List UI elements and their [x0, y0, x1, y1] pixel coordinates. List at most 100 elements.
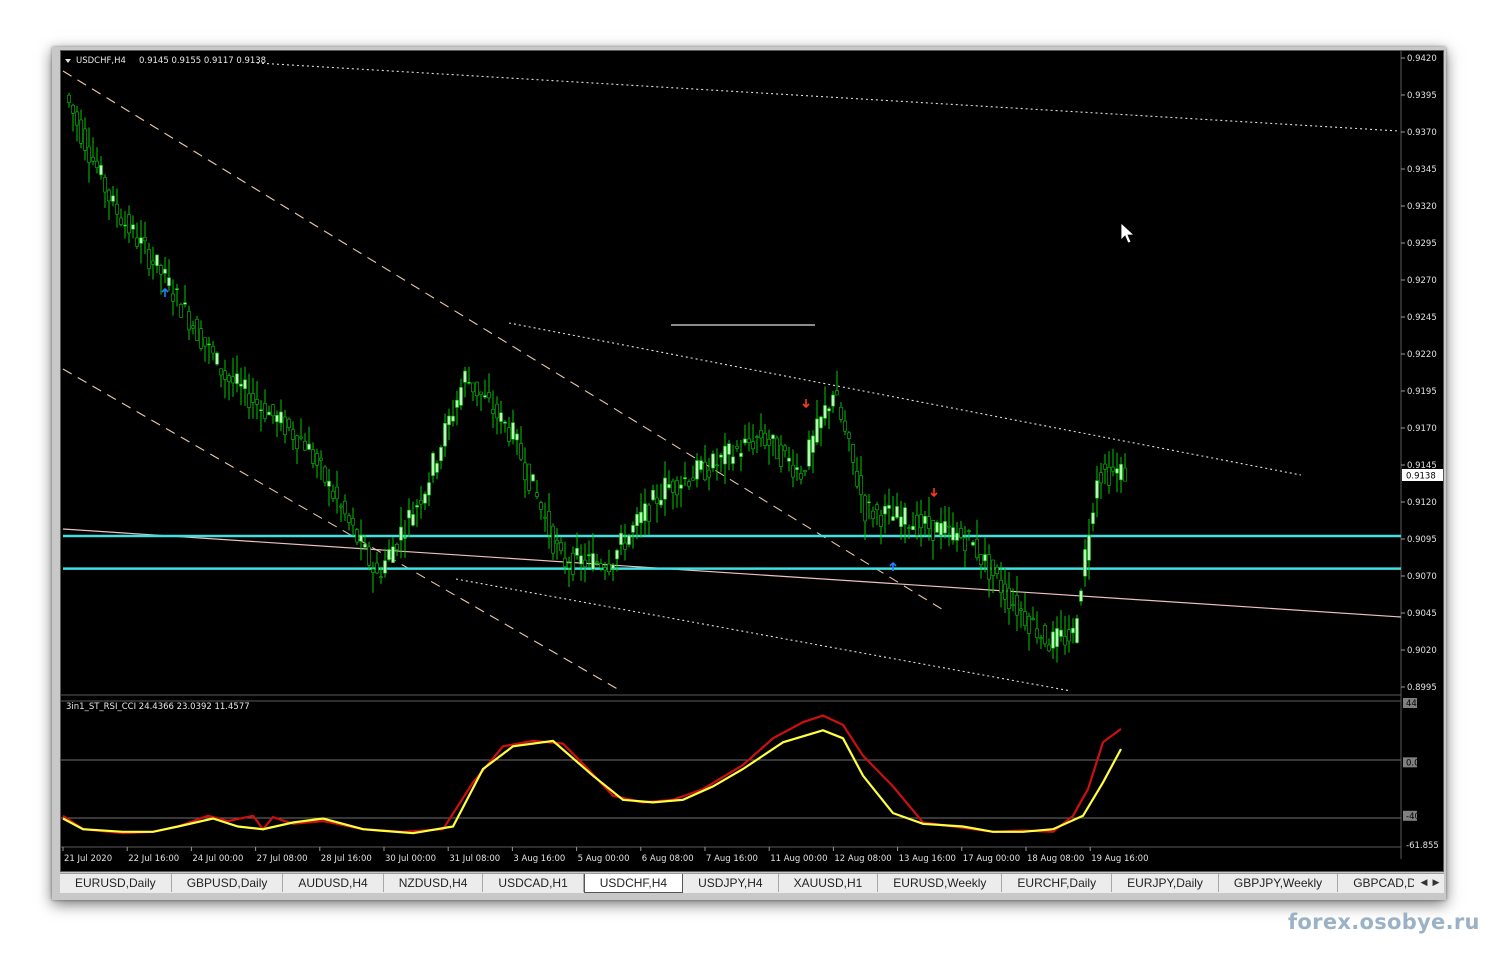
candle-body: [1063, 635, 1067, 646]
candle-body: [703, 461, 707, 481]
candle-body: [839, 406, 843, 420]
candle-body: [239, 383, 243, 387]
candle-body: [883, 505, 887, 515]
candle-body: [443, 422, 447, 447]
candle-body: [75, 111, 79, 126]
candle-body: [827, 408, 831, 412]
candle-body: [1027, 615, 1031, 634]
chart-tab[interactable]: GBPUSD,Daily: [172, 874, 284, 892]
chart-canvas[interactable]: 0.9420 0.9395 0.9370 0.9345 0.9320 0.9295 0.92…: [61, 51, 1445, 873]
candle-body: [535, 492, 539, 497]
trend-line[interactable]: [256, 62, 1400, 132]
candle-body: [187, 311, 191, 331]
candle-body: [1095, 480, 1099, 499]
trend-line[interactable]: [508, 322, 1302, 476]
chart-tab[interactable]: USDCHF,H4: [583, 874, 684, 893]
trend-line[interactable]: [62, 528, 1402, 618]
chart-header-symbol: USDCHF,H4: [76, 56, 126, 66]
candle-body: [1047, 644, 1051, 652]
candle-body: [655, 497, 659, 504]
chart-tab[interactable]: USDJPY,H4: [683, 874, 779, 892]
candle-body: [675, 480, 679, 496]
candle-body: [311, 449, 315, 464]
trend-line[interactable]: [455, 578, 1072, 692]
candle-body: [879, 514, 883, 527]
candle-body: [671, 480, 675, 493]
candle-body: [211, 346, 215, 354]
candle-body: [515, 433, 519, 441]
candle-body: [319, 457, 323, 461]
candle-body: [971, 542, 975, 546]
time-tick-label: 17 Aug 00:00: [963, 854, 1020, 864]
candle-body: [639, 511, 643, 524]
chart-tab[interactable]: AUDUSD,H4: [283, 874, 384, 892]
candle-body: [295, 435, 299, 450]
chart-tab[interactable]: GBPJPY,Weekly: [1219, 874, 1339, 892]
chart-tab[interactable]: XAUUSD,H1: [779, 874, 879, 892]
candle-body: [391, 546, 395, 563]
chart-tab[interactable]: USDCAD,H1: [483, 874, 584, 892]
candle-body: [143, 236, 147, 242]
chart-window[interactable]: 0.9420 0.9395 0.9370 0.9345 0.9320 0.9295 0.92…: [60, 50, 1444, 872]
candle-body: [683, 477, 687, 480]
candle-body: [571, 552, 575, 575]
time-tick-label: 27 Jul 08:00: [257, 854, 308, 864]
left-arrow-icon[interactable]: ◀: [1418, 874, 1430, 892]
candle-body: [71, 104, 75, 114]
time-tick-label: 6 Aug 08:00: [642, 854, 694, 864]
candle-body: [543, 516, 547, 519]
candle-body: [811, 435, 815, 453]
candle-body: [487, 392, 491, 399]
candle-body: [1055, 628, 1059, 647]
candle-body: [411, 514, 415, 526]
indicator-tick-label: 0.00: [1406, 758, 1425, 768]
candle-body: [1083, 549, 1087, 577]
candle-body: [251, 393, 255, 403]
candle-body: [323, 466, 327, 483]
candle-body: [307, 443, 311, 450]
candle-body: [523, 462, 527, 481]
trend-line[interactable]: [62, 70, 946, 612]
price-tick-label: 0.9420: [1407, 54, 1437, 64]
candle-body: [939, 522, 943, 536]
candle-body: [519, 443, 523, 460]
candle-body: [807, 439, 811, 467]
candle-body: [347, 515, 351, 523]
candle-body: [983, 554, 987, 562]
price-tick-label: 0.9295: [1407, 239, 1437, 249]
indicator-tick-label: -61.855: [1406, 841, 1439, 851]
time-tick-label: 24 Jul 00:00: [192, 854, 243, 864]
candle-body: [475, 381, 479, 397]
right-arrow-icon[interactable]: ▶: [1430, 874, 1442, 892]
candle-body: [979, 554, 983, 565]
candle-body: [1115, 468, 1119, 474]
candle-body: [747, 438, 751, 443]
candle-body: [843, 420, 847, 432]
candle-body: [79, 119, 83, 144]
indicator-tick-label: -40: [1406, 812, 1420, 822]
chart-tab[interactable]: EURUSD,Daily: [60, 874, 172, 892]
candle-body: [127, 214, 131, 234]
candle-body: [819, 416, 823, 429]
candle-body: [195, 318, 199, 341]
watermark: forex.osobye.ru: [1288, 910, 1480, 934]
candle-body: [495, 403, 499, 419]
candle-body: [895, 506, 899, 518]
candle-body: [539, 502, 543, 510]
candle-body: [763, 432, 767, 446]
chart-tab[interactable]: NZDUSD,H4: [384, 874, 484, 892]
indicator-tick-label: 44.395: [1406, 699, 1436, 709]
trend-line[interactable]: [62, 368, 622, 692]
candle-body: [923, 515, 927, 524]
candle-body: [387, 549, 391, 560]
chart-header-ohlc: 0.9145 0.9155 0.9117 0.9138: [139, 56, 266, 66]
price-tick-label: 0.9220: [1407, 350, 1437, 360]
chart-tab[interactable]: EURUSD,Weekly: [878, 874, 1003, 892]
chart-tab[interactable]: EURCHF,Daily: [1002, 874, 1113, 892]
candle-body: [831, 394, 835, 407]
chart-tab[interactable]: EURJPY,Daily: [1112, 874, 1219, 892]
candle-body: [467, 382, 471, 384]
collapse-triangle-icon[interactable]: [65, 59, 71, 63]
candle-body: [907, 527, 911, 529]
candle-body: [163, 268, 167, 274]
